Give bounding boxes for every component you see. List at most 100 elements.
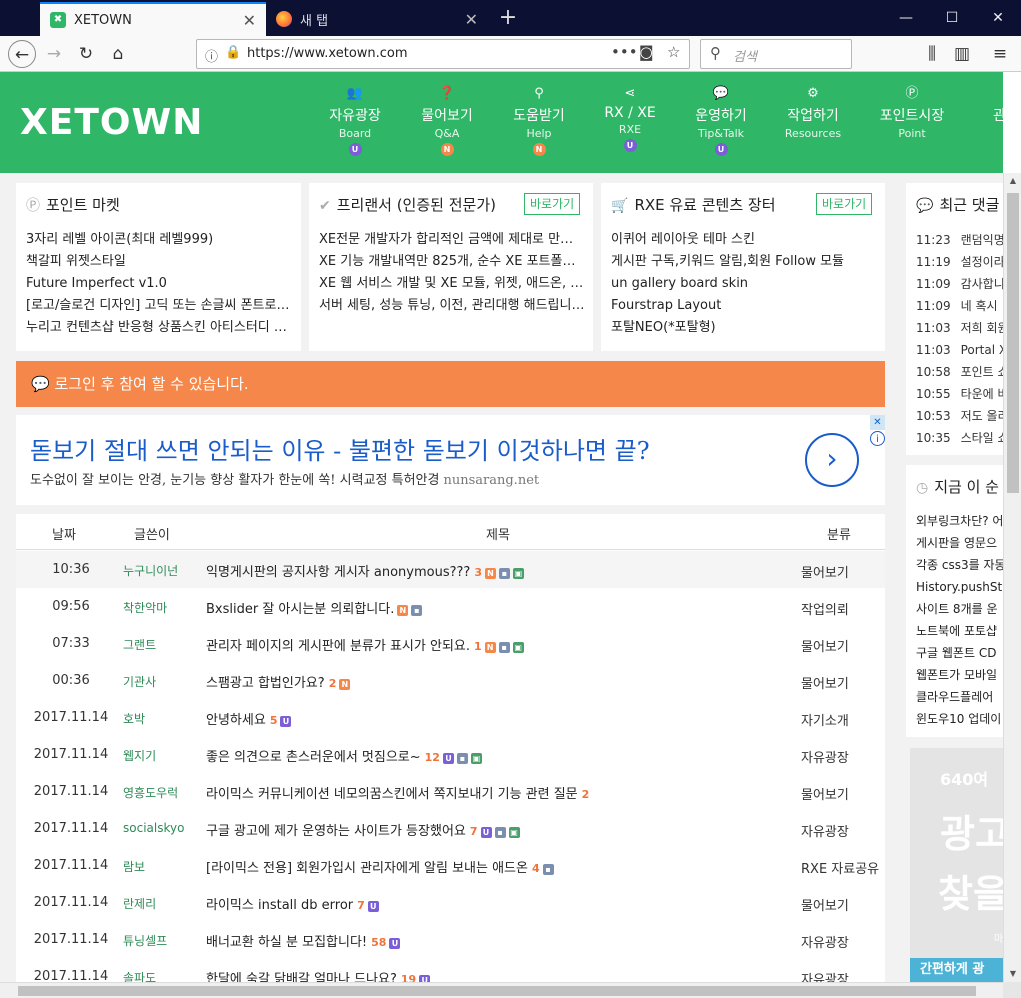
post-author[interactable]: 착한악마	[123, 599, 167, 616]
table-row[interactable]: 2017.11.14 솔파도 한달에 숙갈 닭배갈 얼마나 드나요? 19 U 자유광장	[16, 958, 885, 982]
table-row[interactable]: 2017.11.14 호박 안녕하세요 5 U 자기소개	[16, 699, 885, 736]
close-tab-icon[interactable]: ✕	[243, 11, 256, 30]
ad-close-icon[interactable]: ✕	[870, 415, 885, 430]
ad-info-icon[interactable]: i	[870, 431, 885, 446]
post-category[interactable]: 자기소개	[801, 710, 849, 729]
post-author[interactable]: 웹지기	[123, 747, 156, 764]
post-author[interactable]: 솔파도	[123, 969, 156, 982]
post-author[interactable]: 기관사	[123, 673, 156, 690]
nav-menu-item[interactable]: Ⓟ 포인트시장 Point	[866, 86, 958, 140]
site-logo[interactable]: XETOWN	[20, 102, 203, 143]
post-category[interactable]: 물어보기	[801, 673, 849, 692]
post-title[interactable]: 배너교환 하실 분 모집합니다!	[206, 935, 367, 950]
recent-comment-item[interactable]: 11:09 네 혹시	[906, 295, 1003, 317]
hot-item[interactable]: 윈도우10 업데이	[906, 708, 1003, 730]
post-title[interactable]: 한달에 숙갈 닭배갈 얼마나 드나요?	[206, 972, 397, 982]
scroll-up-arrow-icon[interactable]: ▲	[1004, 173, 1021, 189]
comment-text[interactable]: 네 혹시	[961, 299, 998, 313]
list-item[interactable]: 포탈NEO(*포탈형)	[611, 317, 877, 339]
table-row[interactable]: 2017.11.14 영흥도우럭 라이믹스 커뮤니케이션 네모의꿈스킨에서 쪽지보내…	[16, 773, 885, 810]
post-category[interactable]: 자유광장	[801, 932, 849, 951]
recent-comment-item[interactable]: 11:03 저희 회원	[906, 317, 1003, 339]
post-author[interactable]: 호박	[123, 710, 145, 727]
list-item[interactable]: 게시판 구독,키워드 알림,회원 Follow 모듈	[611, 251, 877, 273]
hot-item[interactable]: 게시판을 영문으	[906, 532, 1003, 554]
post-author[interactable]: socialskyo	[123, 821, 184, 835]
list-item[interactable]: [로고/슬로건 디자인] 고딕 또는 손글씨 폰트로 제작해 드립니다.	[26, 295, 293, 317]
hot-item[interactable]: 구글 웹폰트 CD	[906, 642, 1003, 664]
comment-text[interactable]: 저희 회원	[961, 321, 1003, 335]
post-category[interactable]: 물어보기	[801, 784, 849, 803]
list-item[interactable]: Fourstrap Layout	[611, 295, 877, 317]
recent-comment-item[interactable]: 11:09 감사합니다	[906, 273, 1003, 295]
table-row[interactable]: 2017.11.14 웹지기 좋은 의견으로 촌스러운에서 멋짐으로~ 12 U ▪ ▣ 자유…	[16, 736, 885, 773]
close-tab-icon[interactable]: ✕	[465, 10, 478, 29]
post-title[interactable]: 라이믹스 커뮤니케이션 네모의꿈스킨에서 쪽지보내기 기능 관련 질문	[206, 787, 578, 802]
horizontal-scrollbar[interactable]	[0, 982, 1003, 998]
post-category[interactable]: 물어보기	[801, 562, 849, 581]
post-title[interactable]: [라이믹스 전용] 회원가입시 관리자에게 알림 보내는 애드온	[206, 861, 528, 876]
ad-headline[interactable]: 돋보기 절대 쓰면 안되는 이유 - 불편한 돋보기 이것하나면 끝?	[30, 431, 650, 466]
comment-text[interactable]: Portal X	[961, 343, 1003, 357]
post-author[interactable]: 영흥도우럭	[123, 784, 178, 801]
post-author[interactable]: 람보	[123, 858, 145, 875]
list-item[interactable]: 이퀴어 레이아웃 테마 스킨	[611, 229, 877, 251]
close-window-button[interactable]: ✕	[975, 0, 1021, 36]
table-row[interactable]: 2017.11.14 란제리 라이믹스 install db error 7 U 물어보기	[16, 884, 885, 921]
post-title[interactable]: 구글 광고에 제가 운영하는 사이트가 등장했어요	[206, 824, 466, 839]
nav-menu-item[interactable]: 💬 운영하기 Tip&Talk U	[675, 86, 767, 156]
recent-comment-item[interactable]: 10:35 스타일 쇼	[906, 427, 1003, 449]
maximize-button[interactable]: ☐	[929, 0, 975, 36]
post-author[interactable]: 누구니이넌	[123, 562, 178, 579]
recent-comment-item[interactable]: 10:55 타운에 버	[906, 383, 1003, 405]
hot-item[interactable]: 외부링크차단? 어	[906, 510, 1003, 532]
list-item[interactable]: un gallery board skin	[611, 273, 877, 295]
hot-item[interactable]: 클라우드플레어	[906, 686, 1003, 708]
list-item[interactable]: Future Imperfect v1.0	[26, 273, 293, 295]
page-actions-icon[interactable]: •••	[611, 43, 638, 61]
list-item[interactable]: XE전문 개발자가 합리적인 금액에 제대로 만들어 드립니다.	[319, 229, 585, 251]
vertical-scroll-thumb[interactable]	[1007, 193, 1019, 493]
table-row[interactable]: 10:36 누구니이넌 익명게시판의 공지사항 게시자 anonymous??? 3 N…	[16, 551, 885, 588]
url-bar[interactable]: ⓘ 🔒 https://www.xetown.com ••• ◙ ☆	[196, 39, 690, 69]
search-bar[interactable]: ⚲ 검색	[700, 39, 852, 69]
table-row[interactable]: 2017.11.14 람보 [라이믹스 전용] 회원가입시 관리자에게 알림 보내는…	[16, 847, 885, 884]
tab-new[interactable]: 새 탭 ✕	[266, 2, 488, 36]
post-title[interactable]: Bxslider 잘 아시는분 의뢰합니다.	[206, 602, 394, 617]
post-title[interactable]: 관리자 페이지의 게시판에 분류가 표시가 안되요.	[206, 639, 470, 654]
hot-item[interactable]: History.pushSt	[906, 576, 1003, 598]
minimize-button[interactable]: —	[883, 0, 929, 36]
ad-arrow-button[interactable]: ›	[805, 433, 859, 487]
post-category[interactable]: 자유광장	[801, 747, 849, 766]
rxe-store-go-button[interactable]: 바로가기	[816, 193, 873, 215]
table-row[interactable]: 2017.11.14 socialskyo 구글 광고에 제가 운영하는 사이트가 …	[16, 810, 885, 847]
comment-text[interactable]: 스타일 쇼	[961, 431, 1003, 445]
text-ad[interactable]: 돋보기 절대 쓰면 안되는 이유 - 불편한 돋보기 이것하나면 끝? 도수없이…	[16, 415, 885, 505]
comment-text[interactable]: 포인트 쇼	[961, 365, 1003, 379]
post-category[interactable]: 물어보기	[801, 636, 849, 655]
comment-text[interactable]: 타운에 버	[961, 387, 1003, 401]
nav-menu-item[interactable]: 관리	[960, 86, 1003, 127]
bookmark-star-icon[interactable]: ☆	[667, 43, 680, 61]
recent-comment-item[interactable]: 11:03 Portal X	[906, 339, 1003, 361]
recent-comment-item[interactable]: 10:58 포인트 쇼	[906, 361, 1003, 383]
new-tab-button[interactable]: +	[494, 4, 522, 32]
tab-xetown[interactable]: ✖ XETOWN ✕	[40, 2, 266, 36]
list-item[interactable]: XE 웹 서비스 개발 및 XE 모듈, 위젯, 애드온, 스킨 제작	[319, 273, 585, 295]
recent-comment-item[interactable]: 11:23 랜덤익명	[906, 229, 1003, 251]
hot-item[interactable]: 각종 css3를 자동	[906, 554, 1003, 576]
comment-text[interactable]: 감사합니다	[961, 277, 1003, 291]
vertical-scrollbar[interactable]: ▲ ▼	[1003, 173, 1021, 982]
reload-button[interactable]: ↻	[72, 40, 100, 68]
list-item[interactable]: XE 기능 개발내역만 825개, 순수 XE 포트폴리오 보유	[319, 251, 585, 273]
home-button[interactable]: ⌂	[104, 40, 132, 68]
post-title[interactable]: 안녕하세요	[206, 713, 266, 728]
login-notice[interactable]: 💬 로그인 후 참여 할 수 있습니다.	[16, 361, 885, 407]
post-title[interactable]: 익명게시판의 공지사항 게시자 anonymous???	[206, 565, 470, 580]
comment-text[interactable]: 랜덤익명	[961, 233, 1003, 247]
table-row[interactable]: 2017.11.14 튜닝셀프 배너교환 하실 분 모집합니다! 58 U 자유광장	[16, 921, 885, 958]
post-category[interactable]: 작업의뢰	[801, 599, 849, 618]
post-category[interactable]: RXE 자료공유	[801, 858, 879, 877]
scroll-down-arrow-icon[interactable]: ▼	[1004, 966, 1021, 982]
nav-menu-item[interactable]: ⋖ RX / XE RXE U	[584, 86, 676, 152]
